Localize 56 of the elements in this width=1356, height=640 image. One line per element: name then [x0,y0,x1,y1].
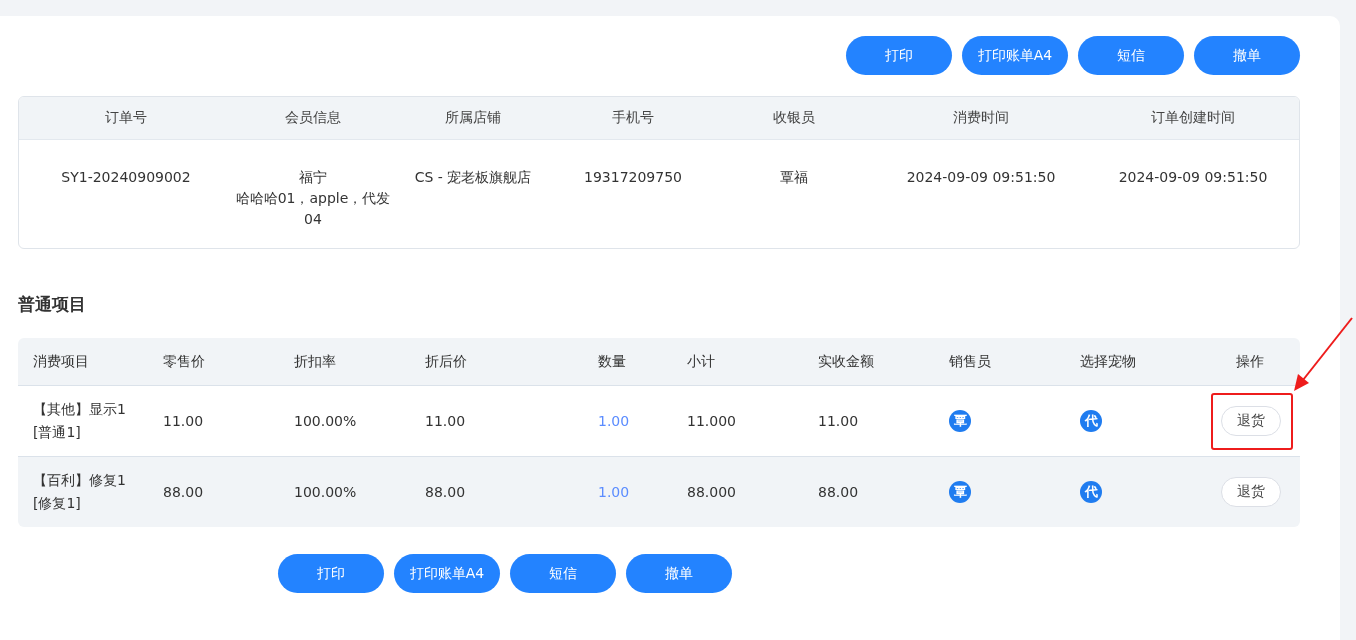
column-header: 操作 [1235,352,1265,371]
column-header: 所属店铺 [444,109,502,127]
action-button[interactable]: 打印 [846,36,952,75]
table-cell-text: 88.00 [163,484,205,500]
table-cell-text: 覃福 [780,168,808,187]
table-cell-text: 88.00 [425,484,467,500]
action-button[interactable]: 打印账单A4 [962,36,1068,75]
table-cell-text: 100.00% [294,484,358,500]
table-cell-text: 88.00 [818,484,860,500]
action-button[interactable]: 打印账单A4 [394,554,500,593]
column-header: 小计 [687,352,716,371]
action-button[interactable]: 打印 [278,554,384,593]
column-header: 消费时间 [952,109,1010,127]
quantity-cell-text: 1.00 [598,413,631,429]
action-button[interactable]: 短信 [510,554,616,593]
table-cell-text: CS - 宠老板旗舰店 [414,168,532,187]
item-category: [修复1] [33,494,82,513]
table-cell-text: 19317209750 [584,168,682,187]
column-header: 数量 [598,352,627,371]
table-cell-text: 11.00 [818,413,860,429]
pet-badge: 代 [1080,410,1102,432]
column-header: 消费项目 [33,352,90,371]
seller-badge: 覃 [949,481,971,503]
item-name: 【其他】显示1 [33,400,127,419]
column-header: 订单号 [104,109,148,127]
column-header: 折扣率 [294,352,337,371]
table-cell-text: 88.000 [687,484,737,500]
return-button[interactable]: 退货 [1221,476,1281,507]
pet-badge: 代 [1080,481,1102,503]
section-title: 普通项目 [18,293,87,316]
column-header: 手机号 [611,109,655,127]
column-header: 零售价 [163,352,206,371]
table-cell-text: 哈哈哈01，apple，代发04 [234,189,392,229]
column-header: 实收金额 [818,352,875,371]
table-cell-text: 2024-09-09 09:51:50 [1118,168,1268,187]
table-cell-text: 100.00% [294,413,358,429]
column-header: 折后价 [425,352,468,371]
table-cell-text: 11.00 [425,413,467,429]
action-button[interactable]: 撤单 [626,554,732,593]
seller-badge: 覃 [949,410,971,432]
column-header: 会员信息 [284,109,342,127]
table-cell-text: 2024-09-09 09:51:50 [906,168,1056,187]
column-header: 销售员 [949,352,992,371]
item-category: [普通1] [33,423,82,442]
action-button[interactable]: 撤单 [1194,36,1300,75]
action-button[interactable]: 短信 [1078,36,1184,75]
table-cell-text: SY1-20240909002 [61,168,191,187]
table-cell-text: 福宁 [299,168,327,187]
column-header: 收银员 [772,109,816,127]
item-name: 【百利】修复1 [33,471,127,490]
column-header: 订单创建时间 [1150,109,1236,127]
quantity-cell-text: 1.00 [598,484,631,500]
table-cell-text: 11.00 [163,413,205,429]
table-cell-text: 11.000 [687,413,737,429]
return-button[interactable]: 退货 [1221,405,1281,436]
column-header: 选择宠物 [1080,352,1137,371]
